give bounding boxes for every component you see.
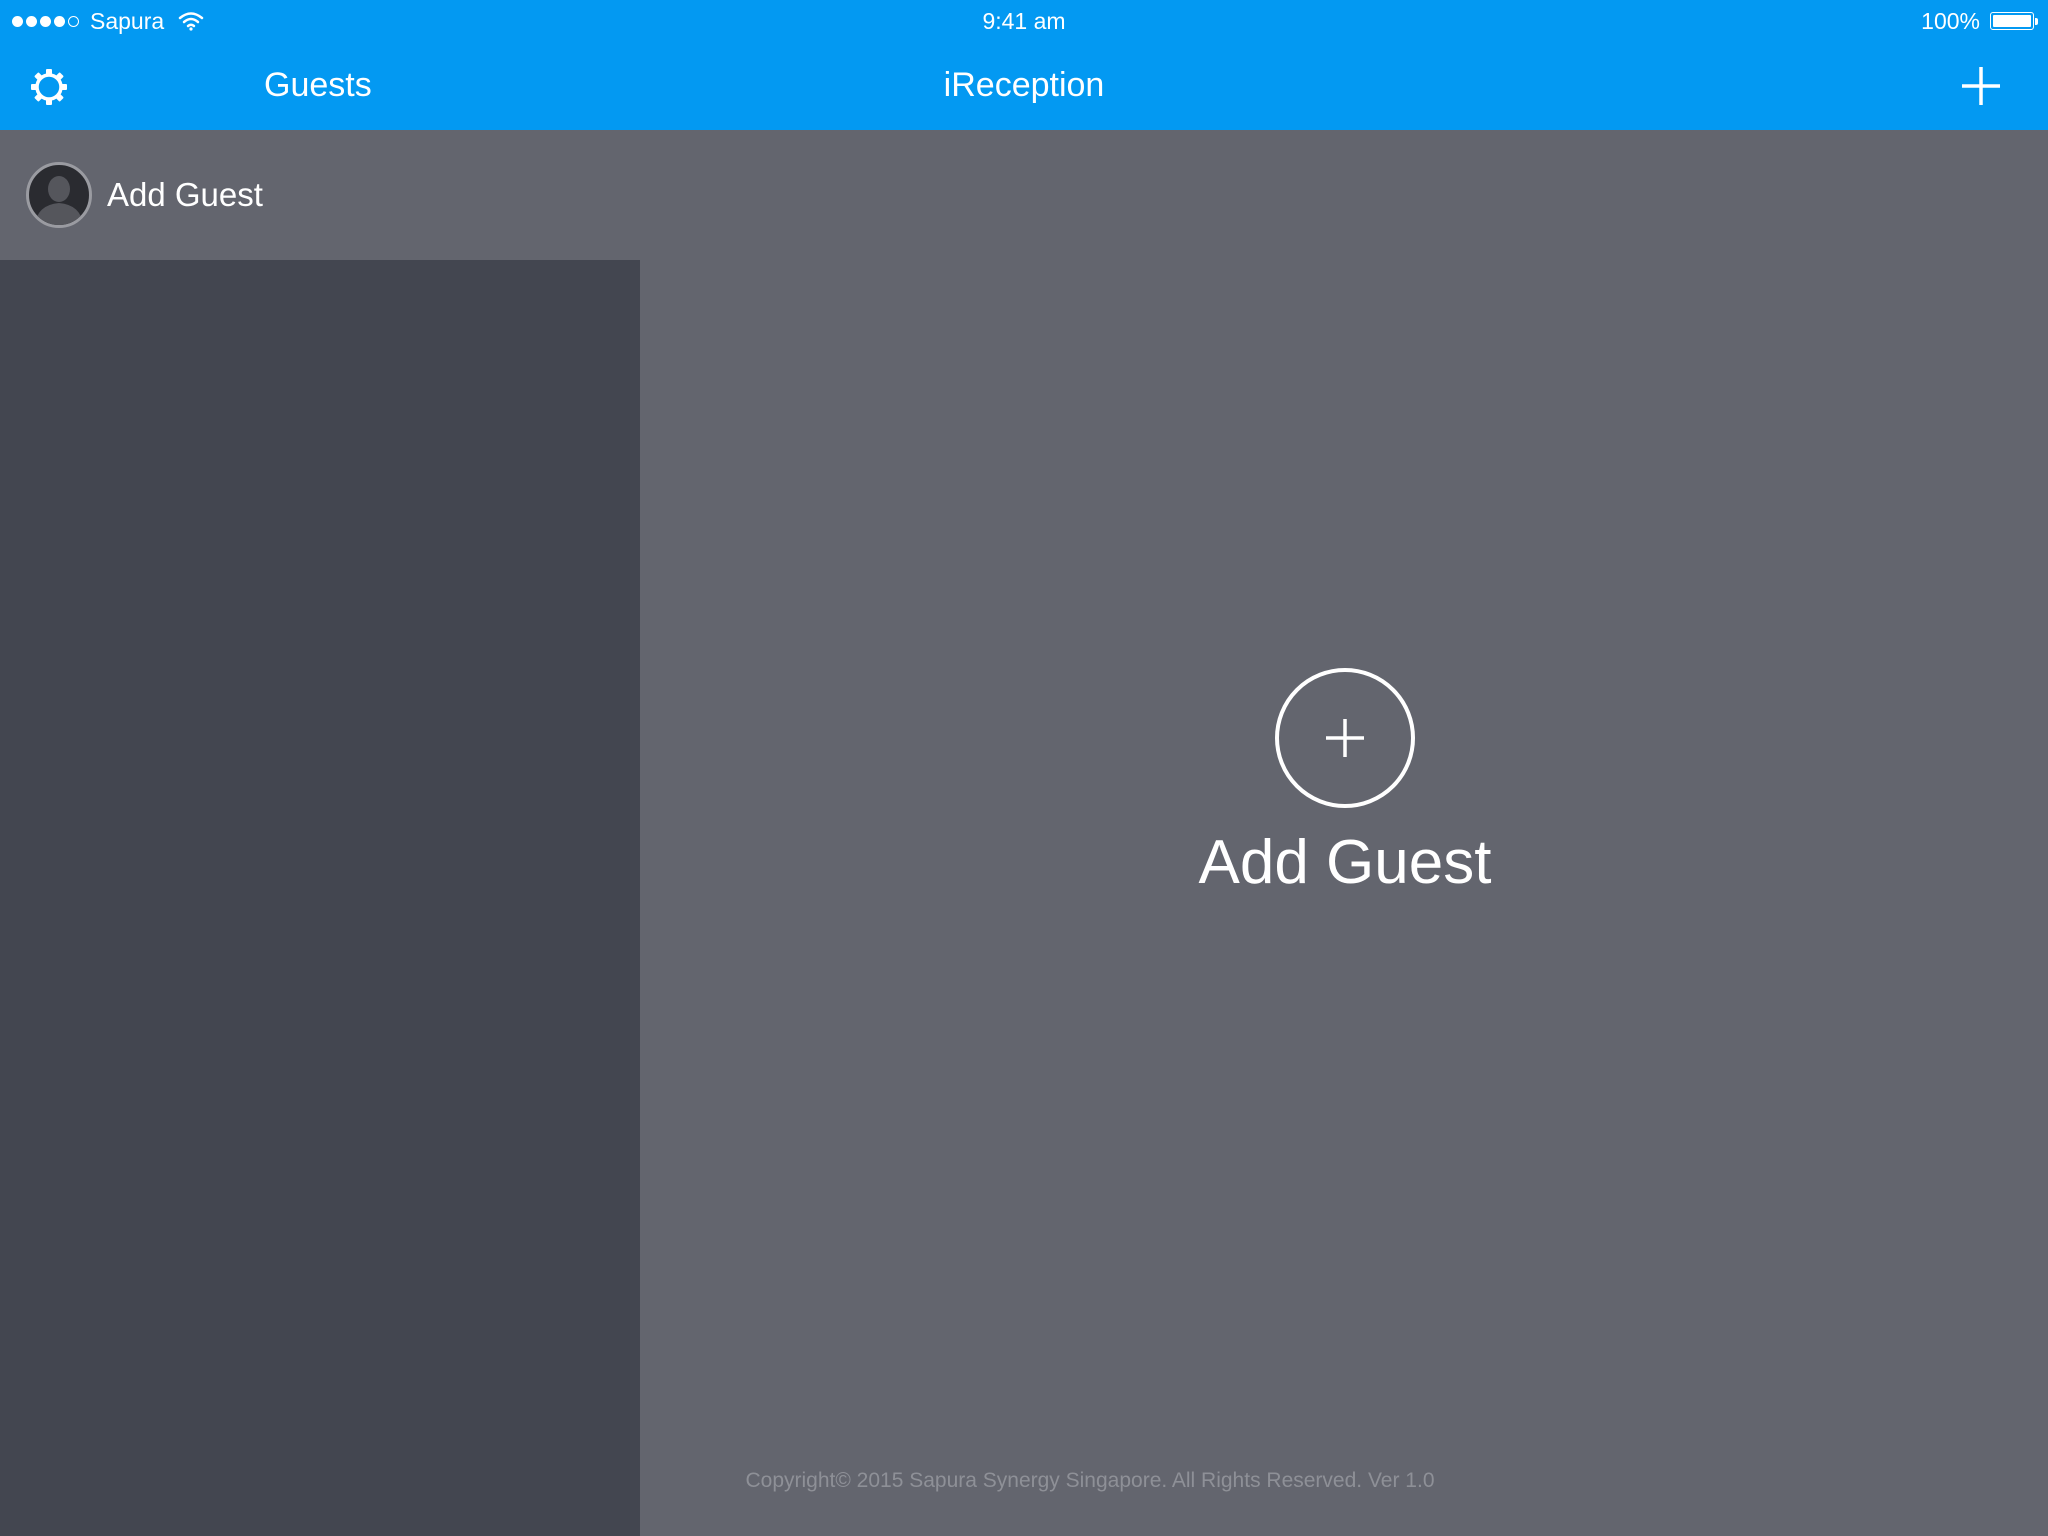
guest-list-sidebar: Add Guest <box>0 130 640 1536</box>
plus-circle-icon <box>1326 719 1364 757</box>
person-avatar-icon <box>26 162 92 228</box>
app-title: iReception <box>943 66 1105 104</box>
battery-fill <box>1993 15 2031 27</box>
copyright-text: Copyright© 2015 Sapura Synergy Singapore… <box>745 1469 1435 1492</box>
add-guest-button[interactable] <box>1275 668 1415 808</box>
add-guest-label[interactable]: Add Guest <box>1045 826 1645 900</box>
person-silhouette <box>35 176 83 225</box>
plus-icon[interactable] <box>1960 65 2002 107</box>
battery-icon <box>1990 12 2038 30</box>
battery-body <box>1990 12 2034 30</box>
status-right: 100% <box>1921 6 2038 36</box>
app-screen: Sapura 9:41 am 100% Guests iReception Ad… <box>0 0 2048 1536</box>
battery-percent: 100% <box>1921 7 1980 34</box>
sidebar-item-label: Add Guest <box>107 176 263 213</box>
sidebar-item-add-guest[interactable]: Add Guest <box>0 130 640 260</box>
battery-nub <box>2035 17 2038 25</box>
top-bar: Sapura 9:41 am 100% Guests iReception <box>0 0 2048 130</box>
status-time: 9:41 am <box>982 8 1066 34</box>
